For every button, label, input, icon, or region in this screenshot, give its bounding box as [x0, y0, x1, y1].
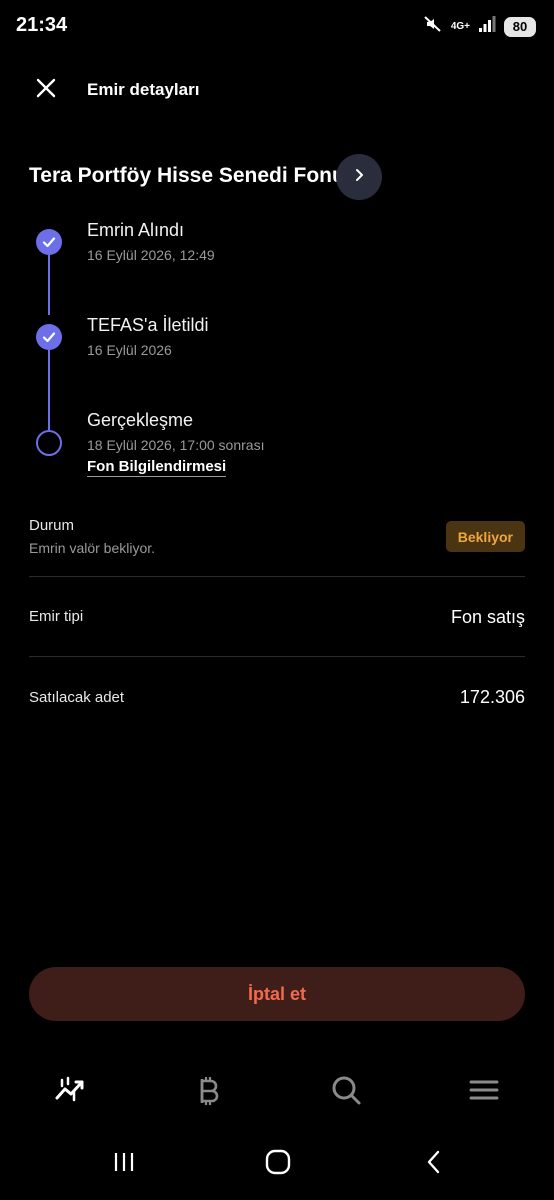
mute-icon — [423, 14, 443, 39]
step-date: 18 Eylül 2026, 17:00 sonrası — [87, 437, 265, 453]
fund-info-link[interactable]: Fon Bilgilendirmesi — [87, 458, 227, 477]
signal-icon — [478, 15, 496, 38]
home-button[interactable] — [258, 1146, 298, 1182]
recent-apps-button[interactable] — [104, 1146, 144, 1182]
back-button[interactable] — [414, 1146, 454, 1182]
status-icons: 4G+ 80 — [423, 14, 536, 39]
chevron-right-icon — [351, 167, 367, 188]
quantity-value: 172.306 — [459, 687, 525, 707]
step-title: TEFAS'a İletildi — [87, 315, 209, 335]
fund-name: Tera Portföy Hisse Senedi Fonu — [29, 164, 345, 187]
network-label: 4G+ — [450, 20, 470, 32]
cancel-order-button[interactable]: İptal et — [29, 967, 525, 1021]
page-title: Emir detayları — [87, 80, 200, 99]
close-icon — [35, 77, 57, 104]
status-badge: Bekliyor — [445, 521, 525, 552]
order-type-label: Emir tipi — [29, 608, 84, 625]
menu-icon — [469, 1078, 499, 1107]
order-type-value: Fon satış — [450, 607, 525, 627]
divider — [29, 576, 525, 577]
close-button[interactable] — [30, 74, 62, 106]
nav-markets[interactable] — [50, 1072, 90, 1112]
system-nav — [0, 1136, 554, 1192]
status-label: Durum — [29, 517, 75, 534]
step-date: 16 Eylül 2026 — [87, 342, 172, 358]
step-title: Emrin Alındı — [87, 220, 185, 240]
quantity-label: Satılacak adet — [29, 689, 125, 706]
step-completed-icon — [36, 229, 62, 255]
status-time: 21:34 — [16, 14, 68, 36]
battery-icon: 80 — [504, 16, 536, 37]
search-icon — [330, 1074, 362, 1111]
bitcoin-icon — [194, 1074, 222, 1111]
status-bar: 21:34 4G+ 80 — [0, 0, 554, 52]
step-title: Gerçekleşme — [87, 410, 194, 430]
status-description: Emrin valör bekliyor. — [29, 540, 156, 556]
timeline-connector — [48, 255, 50, 315]
step-pending-icon — [36, 430, 62, 456]
fund-detail-button[interactable] — [336, 154, 382, 200]
nav-search[interactable] — [326, 1072, 366, 1112]
back-icon — [424, 1149, 444, 1180]
header: Emir detayları — [0, 64, 554, 116]
bottom-nav — [0, 1066, 554, 1116]
recent-apps-icon — [112, 1151, 136, 1178]
step-completed-icon — [36, 324, 62, 350]
home-icon — [265, 1149, 291, 1180]
timeline-connector — [48, 350, 50, 430]
nav-crypto[interactable] — [188, 1072, 228, 1112]
step-date: 16 Eylül 2026, 12:49 — [87, 247, 215, 263]
chart-trend-icon — [54, 1074, 86, 1111]
nav-menu[interactable] — [464, 1072, 504, 1112]
divider — [29, 656, 525, 657]
